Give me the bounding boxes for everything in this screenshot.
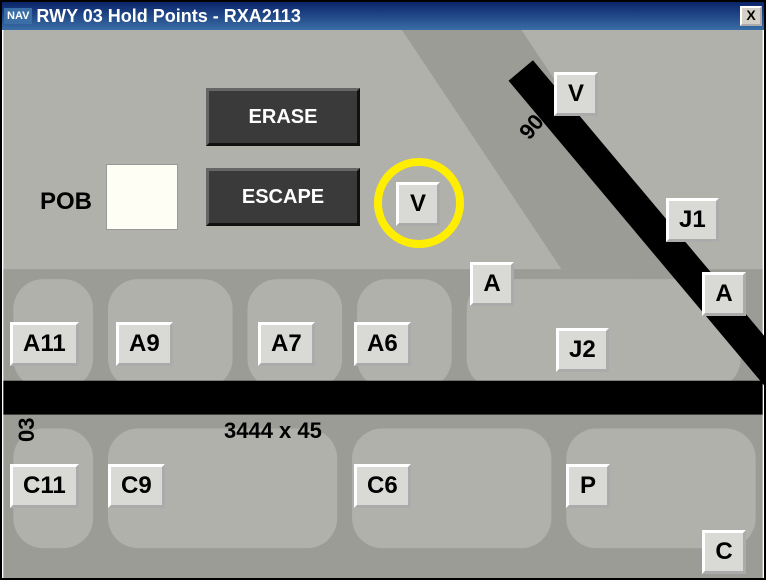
window-frame: NAV RWY 03 Hold Points - RXA2113 X (0, 0, 766, 580)
erase-button[interactable]: ERASE (206, 88, 360, 146)
content-area: 90 03 3444 x 45 POB ERASE ESCAPE V V J1 … (2, 30, 764, 578)
runway-end-label: 03 (14, 418, 40, 442)
holdpoint-a9[interactable]: A9 (116, 322, 173, 366)
pob-input[interactable] (106, 164, 178, 230)
holdpoint-a11[interactable]: A11 (10, 322, 79, 366)
nav-icon: NAV (4, 8, 32, 24)
holdpoint-c[interactable]: C (702, 530, 746, 574)
holdpoint-c9[interactable]: C9 (108, 464, 165, 508)
holdpoint-v-top[interactable]: V (554, 72, 598, 116)
close-button[interactable]: X (740, 6, 762, 26)
holdpoint-j2[interactable]: J2 (556, 328, 609, 372)
holdpoint-c6[interactable]: C6 (354, 464, 411, 508)
pob-label: POB (40, 188, 92, 216)
holdpoint-a-mid[interactable]: A (470, 262, 514, 306)
holdpoint-p[interactable]: P (566, 464, 610, 508)
holdpoint-a7[interactable]: A7 (258, 322, 315, 366)
titlebar: NAV RWY 03 Hold Points - RXA2113 X (2, 2, 764, 30)
escape-button[interactable]: ESCAPE (206, 168, 360, 226)
holdpoint-a-right[interactable]: A (702, 272, 746, 316)
holdpoint-j1[interactable]: J1 (666, 198, 719, 242)
holdpoint-c11[interactable]: C11 (10, 464, 79, 508)
runway-dimensions: 3444 x 45 (224, 418, 322, 444)
window-title: RWY 03 Hold Points - RXA2113 (36, 6, 740, 27)
holdpoint-a6[interactable]: A6 (354, 322, 411, 366)
holdpoint-v-mid[interactable]: V (396, 182, 440, 226)
